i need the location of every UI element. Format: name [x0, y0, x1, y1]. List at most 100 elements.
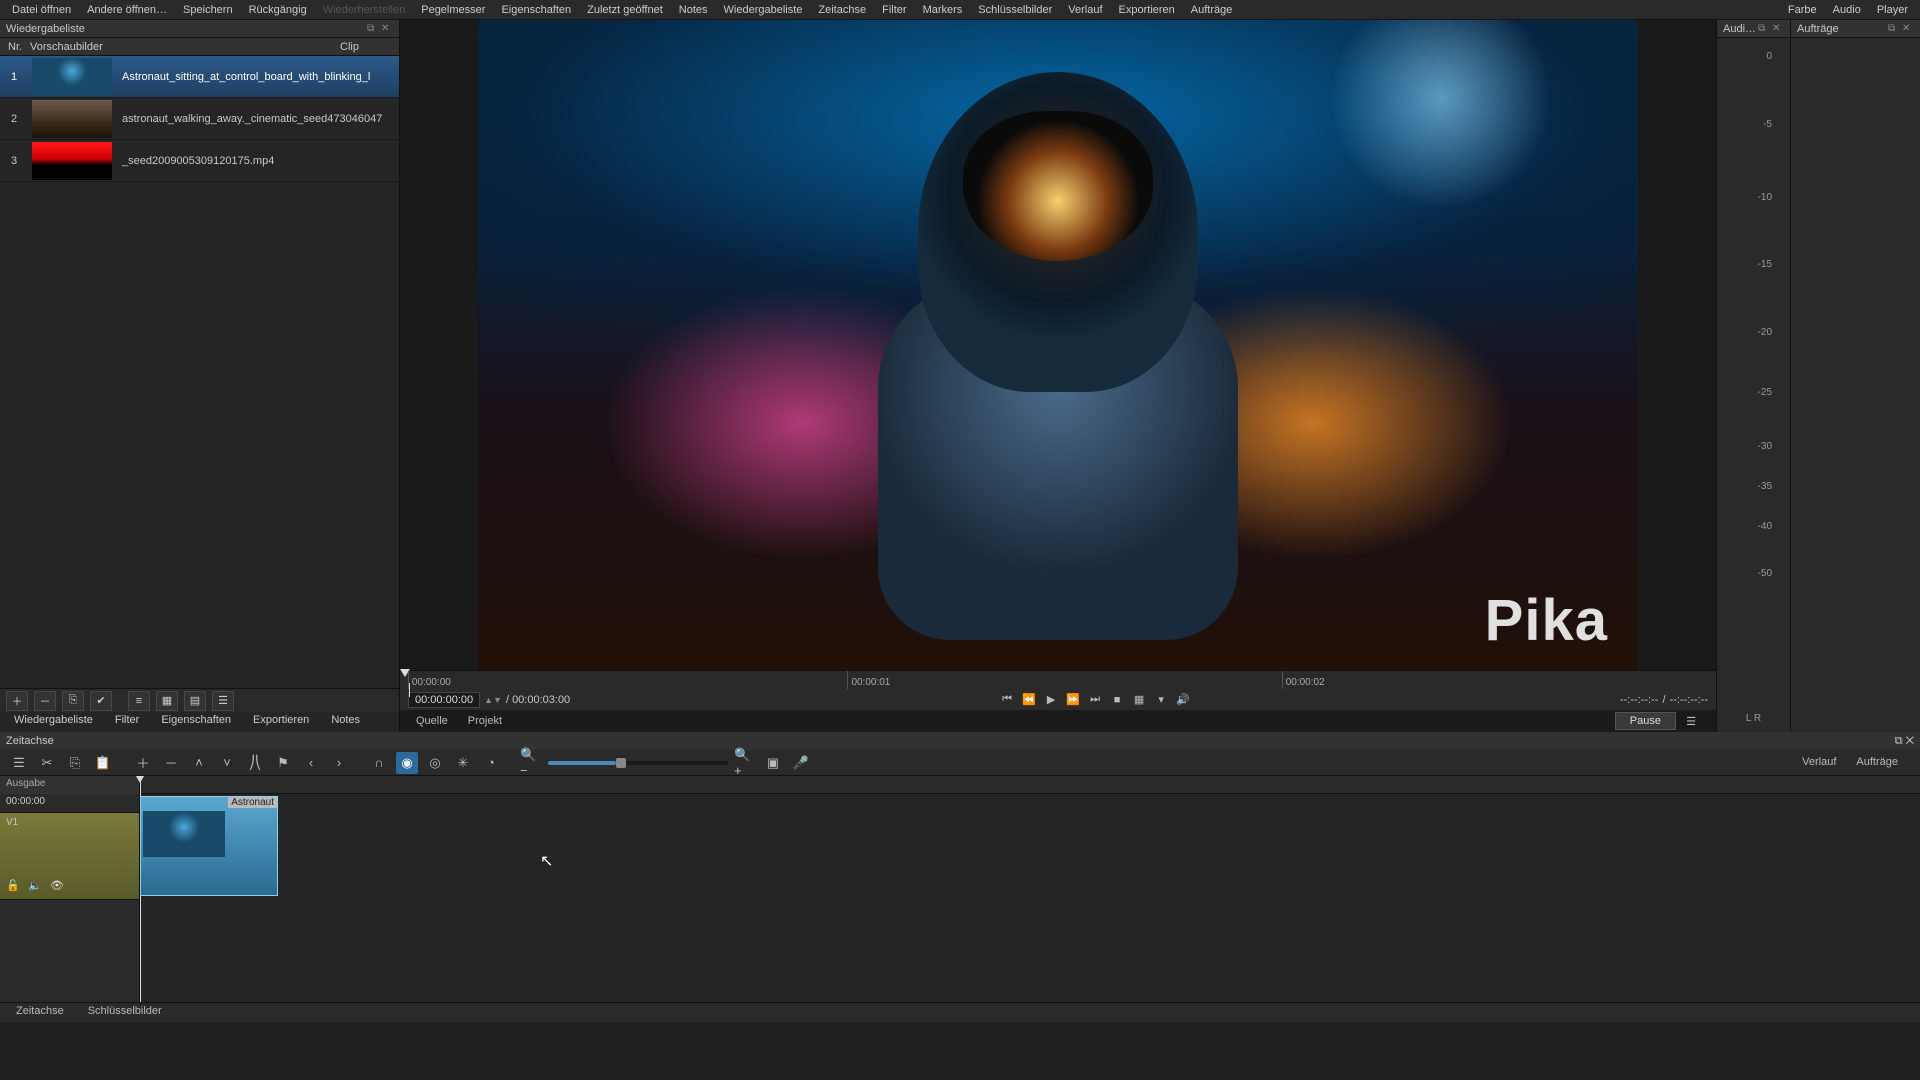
tab-projekt[interactable]: Projekt — [460, 713, 510, 729]
col-nr[interactable]: Nr. — [0, 41, 30, 53]
ripple-all-icon[interactable]: ✳ — [452, 752, 474, 774]
zoom-in-icon[interactable]: 🔍+ — [734, 752, 756, 774]
close-icon[interactable]: ✕ — [1772, 23, 1784, 35]
undock-icon[interactable]: ⧉ — [367, 23, 379, 35]
menu-pegelmesser[interactable]: Pegelmesser — [413, 4, 493, 16]
lift-icon[interactable]: ˄ — [188, 752, 210, 774]
next-marker-icon[interactable]: › — [328, 752, 350, 774]
fast-forward-icon[interactable]: ⏩ — [1064, 691, 1082, 709]
menu-auftraege[interactable]: Aufträge — [1183, 4, 1241, 16]
tab-quelle[interactable]: Quelle — [408, 713, 456, 729]
stop-icon[interactable]: ■ — [1108, 691, 1126, 709]
remove-icon[interactable]: － — [160, 752, 182, 774]
cut-icon[interactable]: ✂ — [36, 752, 58, 774]
menu-rueckgaengig[interactable]: Rückgängig — [241, 4, 315, 16]
track-lock-icon[interactable]: 🔓 — [6, 879, 20, 893]
playlist-view-icons-icon[interactable]: ▤ — [184, 691, 206, 711]
meter-channels: L R — [1717, 709, 1790, 732]
zoom-fit-icon[interactable]: ▣ — [762, 752, 784, 774]
ripple-icon[interactable]: ◎ — [424, 752, 446, 774]
tab-verlauf[interactable]: Verlauf — [1794, 754, 1844, 770]
pause-button[interactable]: Pause — [1615, 712, 1676, 730]
menu-zuletzt-geoeffnet[interactable]: Zuletzt geöffnet — [579, 4, 671, 16]
tab-filter[interactable]: Filter — [105, 712, 149, 732]
menu-zeitachse[interactable]: Zeitachse — [810, 4, 874, 16]
zoom-dropdown-icon[interactable]: ▾ — [1152, 691, 1170, 709]
undock-icon[interactable]: ⧉ — [1758, 23, 1770, 35]
meter-tick: -5 — [1763, 119, 1772, 130]
ripple-markers-icon[interactable]: ◔ — [480, 752, 502, 774]
menu-farbe[interactable]: Farbe — [1780, 4, 1825, 16]
col-thumb[interactable]: Vorschaubilder — [30, 41, 120, 53]
append-icon[interactable]: ＋ — [132, 752, 154, 774]
menu-exportieren[interactable]: Exportieren — [1111, 4, 1183, 16]
menu-wiedergabeliste[interactable]: Wiedergabeliste — [716, 4, 811, 16]
playlist-clip-name: astronaut_walking_away._cinematic_seed47… — [116, 113, 399, 125]
current-timecode[interactable]: 00:00:00:00 — [408, 692, 480, 708]
menu-andere-oeffnen[interactable]: Andere öffnen… — [79, 4, 175, 16]
volume-icon[interactable]: 🔊 — [1174, 691, 1192, 709]
zoom-out-icon[interactable]: 🔍− — [520, 752, 542, 774]
zoom-slider[interactable] — [548, 761, 728, 765]
playlist-update-button[interactable]: ✔ — [90, 691, 112, 711]
menu-datei-oeffnen[interactable]: Datei öffnen — [4, 4, 79, 16]
undock-icon[interactable]: ⧉ — [1895, 735, 1903, 747]
tab-auftraege[interactable]: Aufträge — [1848, 754, 1906, 770]
preview-scrub-ruler[interactable]: 00:00:00 00:00:01 00:00:02 — [400, 670, 1716, 689]
menu-player[interactable]: Player — [1869, 4, 1916, 16]
timeline-clip[interactable]: Astronaut — [140, 796, 278, 896]
playlist-menu-icon[interactable]: ☰ — [212, 691, 234, 711]
menu-filter[interactable]: Filter — [874, 4, 914, 16]
scrub-icon[interactable]: ◉ — [396, 752, 418, 774]
track-hide-icon[interactable]: 👁 — [50, 879, 64, 893]
tab-exportieren[interactable]: Exportieren — [243, 712, 319, 732]
menu-verlauf[interactable]: Verlauf — [1060, 4, 1110, 16]
col-clip[interactable]: Clip — [120, 41, 399, 53]
play-icon[interactable]: ▶ — [1042, 691, 1060, 709]
split-icon[interactable]: ⎠⎝ — [244, 752, 266, 774]
menu-notes[interactable]: Notes — [671, 4, 716, 16]
menu-markers[interactable]: Markers — [915, 4, 971, 16]
track-mute-icon[interactable]: 🔈 — [28, 879, 42, 893]
playlist-row[interactable]: 3 _seed2009005309120175.mp4 — [0, 140, 399, 182]
timeline-panel: Zeitachse ⧉ ✕ ☰ ✂ ⎘ 📋 ＋ － ˄ ˅ ⎠⎝ ⚑ ‹ › ∩… — [0, 732, 1920, 1022]
tab-zeitachse-bottom[interactable]: Zeitachse — [6, 1003, 74, 1022]
meter-tick: -20 — [1758, 327, 1772, 338]
grid-toggle-icon[interactable]: ▦ — [1130, 691, 1148, 709]
close-icon[interactable]: ✕ — [1906, 735, 1914, 747]
prev-marker-icon[interactable]: ‹ — [300, 752, 322, 774]
timeline-tracks-area[interactable]: Astronaut ↖ — [140, 776, 1920, 1002]
jobs-menu-icon[interactable]: ☰ — [1682, 712, 1700, 730]
close-icon[interactable]: ✕ — [381, 23, 393, 35]
paste-icon[interactable]: 📋 — [92, 752, 114, 774]
skip-end-icon[interactable]: ⏭ — [1086, 691, 1104, 709]
skip-start-icon[interactable]: ⏮ — [998, 691, 1016, 709]
track-header-v1[interactable]: V1 🔓 🔈 👁 — [0, 812, 139, 900]
playlist-remove-button[interactable]: － — [34, 691, 56, 711]
tab-schluesselbilder-bottom[interactable]: Schlüsselbilder — [78, 1003, 172, 1022]
undock-icon[interactable]: ⧉ — [1888, 23, 1900, 35]
menu-speichern[interactable]: Speichern — [175, 4, 241, 16]
overwrite-icon[interactable]: ˅ — [216, 752, 238, 774]
rewind-icon[interactable]: ⏪ — [1020, 691, 1038, 709]
close-icon[interactable]: ✕ — [1902, 23, 1914, 35]
copy-icon[interactable]: ⎘ — [64, 752, 86, 774]
tab-wiedergabeliste[interactable]: Wiedergabeliste — [4, 712, 103, 732]
playlist-copy-button[interactable]: ⎘ — [62, 691, 84, 711]
menu-schluesselbilder[interactable]: Schlüsselbilder — [970, 4, 1060, 16]
timeline-ruler[interactable] — [140, 776, 1920, 794]
tab-eigenschaften[interactable]: Eigenschaften — [151, 712, 241, 732]
marker-icon[interactable]: ⚑ — [272, 752, 294, 774]
playlist-row[interactable]: 1 Astronaut_sitting_at_control_board_wit… — [0, 56, 399, 98]
record-audio-icon[interactable]: 🎤 — [790, 752, 812, 774]
playlist-view-tiles-icon[interactable]: ▦ — [156, 691, 178, 711]
menu-eigenschaften[interactable]: Eigenschaften — [493, 4, 579, 16]
playlist-view-list-icon[interactable]: ≡ — [128, 691, 150, 711]
playlist-add-button[interactable]: ＋ — [6, 691, 28, 711]
playlist-row[interactable]: 2 astronaut_walking_away._cinematic_seed… — [0, 98, 399, 140]
tab-notes[interactable]: Notes — [321, 712, 370, 732]
snap-icon[interactable]: ∩ — [368, 752, 390, 774]
timeline-menu-icon[interactable]: ☰ — [8, 752, 30, 774]
preview-viewport[interactable]: Pika — [400, 20, 1716, 670]
menu-audio[interactable]: Audio — [1825, 4, 1869, 16]
